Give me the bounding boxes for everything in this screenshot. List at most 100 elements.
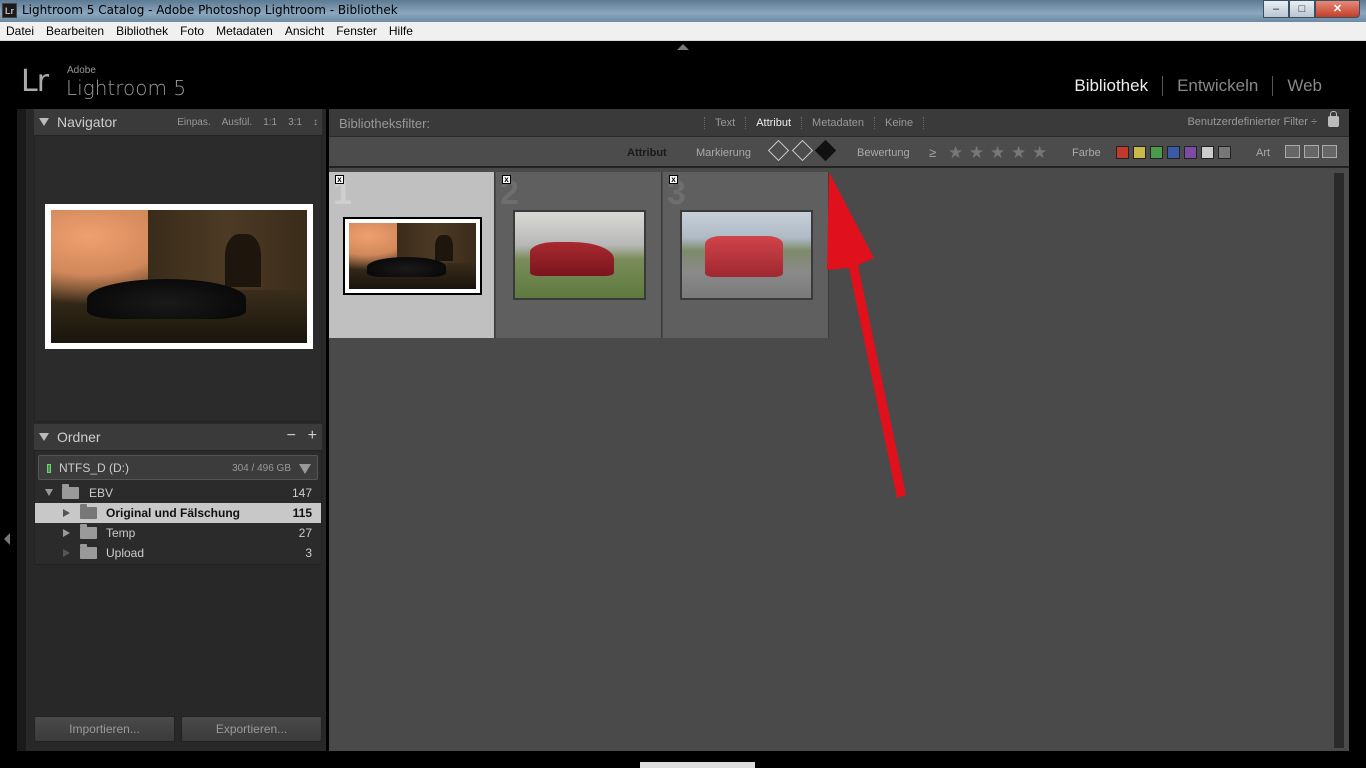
star-icon[interactable]: ★	[1011, 143, 1026, 163]
star-icon[interactable]: ★	[948, 143, 963, 163]
menu-fenster[interactable]: Fenster	[330, 22, 383, 40]
module-bibliothek[interactable]: Bibliothek	[1060, 76, 1162, 96]
folder-expand-icon[interactable]	[63, 509, 70, 517]
folder-count: 27	[298, 526, 312, 540]
close-button[interactable]: ✕	[1315, 0, 1360, 18]
flag-any-icon[interactable]	[767, 139, 790, 162]
folder-row-ebv[interactable]: EBV 147	[35, 483, 321, 503]
menu-ansicht[interactable]: Ansicht	[279, 22, 330, 40]
thumbnail[interactable]	[513, 210, 646, 300]
grid-cell[interactable]: 1 x	[329, 172, 495, 338]
folder-expand-icon[interactable]	[63, 529, 70, 537]
filter-tab-text[interactable]: Text	[704, 117, 745, 129]
rating-operator[interactable]: ≥	[929, 145, 936, 160]
thumbnail[interactable]	[680, 210, 813, 300]
thumbnail[interactable]	[343, 217, 482, 295]
ordner-collapse-icon[interactable]	[39, 433, 49, 441]
menu-bearbeiten[interactable]: Bearbeiten	[40, 22, 110, 40]
grid-scrollbar[interactable]	[1334, 173, 1344, 748]
folder-count: 147	[291, 486, 312, 500]
library-filter-label: Bibliotheksfilter:	[339, 116, 431, 131]
flag-rejected-icon[interactable]	[814, 139, 837, 162]
volume-name: NTFS_D (D:)	[59, 461, 129, 475]
folder-expand-icon[interactable]	[45, 489, 53, 496]
navigator-collapse-icon[interactable]	[39, 118, 49, 126]
bottom-edge	[0, 751, 1366, 768]
filter-tab-attribut[interactable]: Attribut	[745, 117, 801, 129]
zoom-3-1[interactable]: 3:1	[288, 117, 302, 128]
library-filter-bar: Bibliotheksfilter: Text Attribut Metadat…	[329, 109, 1349, 137]
window-controls: – □ ✕	[1263, 0, 1360, 18]
star-icon[interactable]: ★	[1032, 143, 1047, 163]
module-picker: Bibliothek Entwickeln Web	[1060, 76, 1336, 96]
flag-unflagged-icon[interactable]	[791, 139, 814, 162]
navigator-header[interactable]: Navigator Einpas. Ausfül. 1:1 3:1 ↕	[34, 109, 322, 135]
ordner-header[interactable]: Ordner − +	[34, 424, 322, 450]
menu-datei[interactable]: Datei	[0, 22, 40, 40]
filter-tabs: Text Attribut Metadaten Keine	[704, 117, 925, 129]
color-swatch-other[interactable]	[1201, 146, 1214, 159]
add-folder-button[interactable]: +	[308, 427, 317, 445]
color-swatch-none[interactable]	[1218, 146, 1231, 159]
folder-row-upload[interactable]: Upload 3	[35, 543, 321, 563]
navigator-preview	[34, 135, 322, 422]
module-entwickeln[interactable]: Entwickeln	[1162, 76, 1272, 96]
folder-row-original[interactable]: Original und Fälschung 115	[35, 503, 321, 523]
volume-header[interactable]: NTFS_D (D:) 304 / 496 GB	[38, 455, 318, 480]
volume-collapse-icon[interactable]	[299, 464, 311, 474]
menu-hilfe[interactable]: Hilfe	[383, 22, 419, 40]
lock-icon[interactable]	[1328, 111, 1339, 127]
color-swatch-red[interactable]	[1116, 146, 1129, 159]
markierung-label: Markierung	[696, 147, 752, 159]
navigator-zoom-options: Einpas. Ausfül. 1:1 3:1 ↕	[177, 117, 318, 128]
folder-label: EBV	[89, 486, 114, 500]
grid-cell[interactable]: 2 x	[496, 172, 662, 338]
grid-cell[interactable]: 3 x	[663, 172, 829, 338]
filter-tab-keine[interactable]: Keine	[874, 117, 923, 129]
reject-flag-icon[interactable]: x	[335, 175, 344, 184]
folder-row-temp[interactable]: Temp 27	[35, 523, 321, 543]
zoom-stepper-icon[interactable]: ↕	[313, 117, 318, 128]
import-button[interactable]: Importieren...	[34, 716, 175, 742]
color-swatch-purple[interactable]	[1184, 146, 1197, 159]
right-panel-edge	[1349, 109, 1366, 751]
collapse-top-panel-icon[interactable]	[677, 44, 689, 50]
kind-virtual-copy-icon[interactable]	[1304, 145, 1319, 158]
folder-label: Upload	[106, 546, 145, 560]
folder-icon	[80, 544, 97, 559]
reject-flag-icon[interactable]: x	[502, 175, 511, 184]
menu-metadaten[interactable]: Metadaten	[210, 22, 279, 40]
navigator-preview-image[interactable]	[45, 204, 313, 349]
filter-tab-metadaten[interactable]: Metadaten	[801, 117, 874, 129]
kind-master-icon[interactable]	[1285, 145, 1300, 158]
export-button[interactable]: Exportieren...	[181, 716, 322, 742]
kind-video-icon[interactable]	[1322, 145, 1337, 158]
star-icon[interactable]: ★	[990, 143, 1005, 163]
volume-status-icon	[47, 464, 51, 473]
star-icon[interactable]: ★	[969, 143, 984, 163]
menu-bibliothek[interactable]: Bibliothek	[110, 22, 174, 40]
folder-icon	[80, 504, 97, 519]
color-swatch-green[interactable]	[1150, 146, 1163, 159]
zoom-fill[interactable]: Ausfül.	[222, 117, 253, 128]
color-swatch-yellow[interactable]	[1133, 146, 1146, 159]
folder-count: 115	[292, 506, 312, 520]
filmstrip-edge	[640, 762, 755, 768]
module-web[interactable]: Web	[1272, 76, 1336, 96]
custom-filter-select[interactable]: Benutzerdefinierter Filter ÷	[1187, 116, 1317, 128]
farbe-label: Farbe	[1072, 147, 1101, 159]
folder-icon	[62, 484, 79, 499]
zoom-1-1[interactable]: 1:1	[263, 117, 277, 128]
hotrod-thumbnail	[515, 212, 644, 298]
folder-label: Original und Fälschung	[106, 506, 241, 520]
remove-folder-button[interactable]: −	[287, 427, 296, 445]
folder-expand-icon[interactable]	[63, 549, 70, 557]
maximize-button[interactable]: □	[1289, 0, 1315, 18]
zoom-fit[interactable]: Einpas.	[177, 117, 210, 128]
lightroom-app-icon: Lr	[2, 3, 17, 18]
collapse-left-panel-icon[interactable]	[4, 533, 10, 545]
menu-foto[interactable]: Foto	[174, 22, 210, 40]
minimize-button[interactable]: –	[1263, 0, 1289, 18]
reject-flag-icon[interactable]: x	[669, 175, 678, 184]
color-swatch-blue[interactable]	[1167, 146, 1180, 159]
